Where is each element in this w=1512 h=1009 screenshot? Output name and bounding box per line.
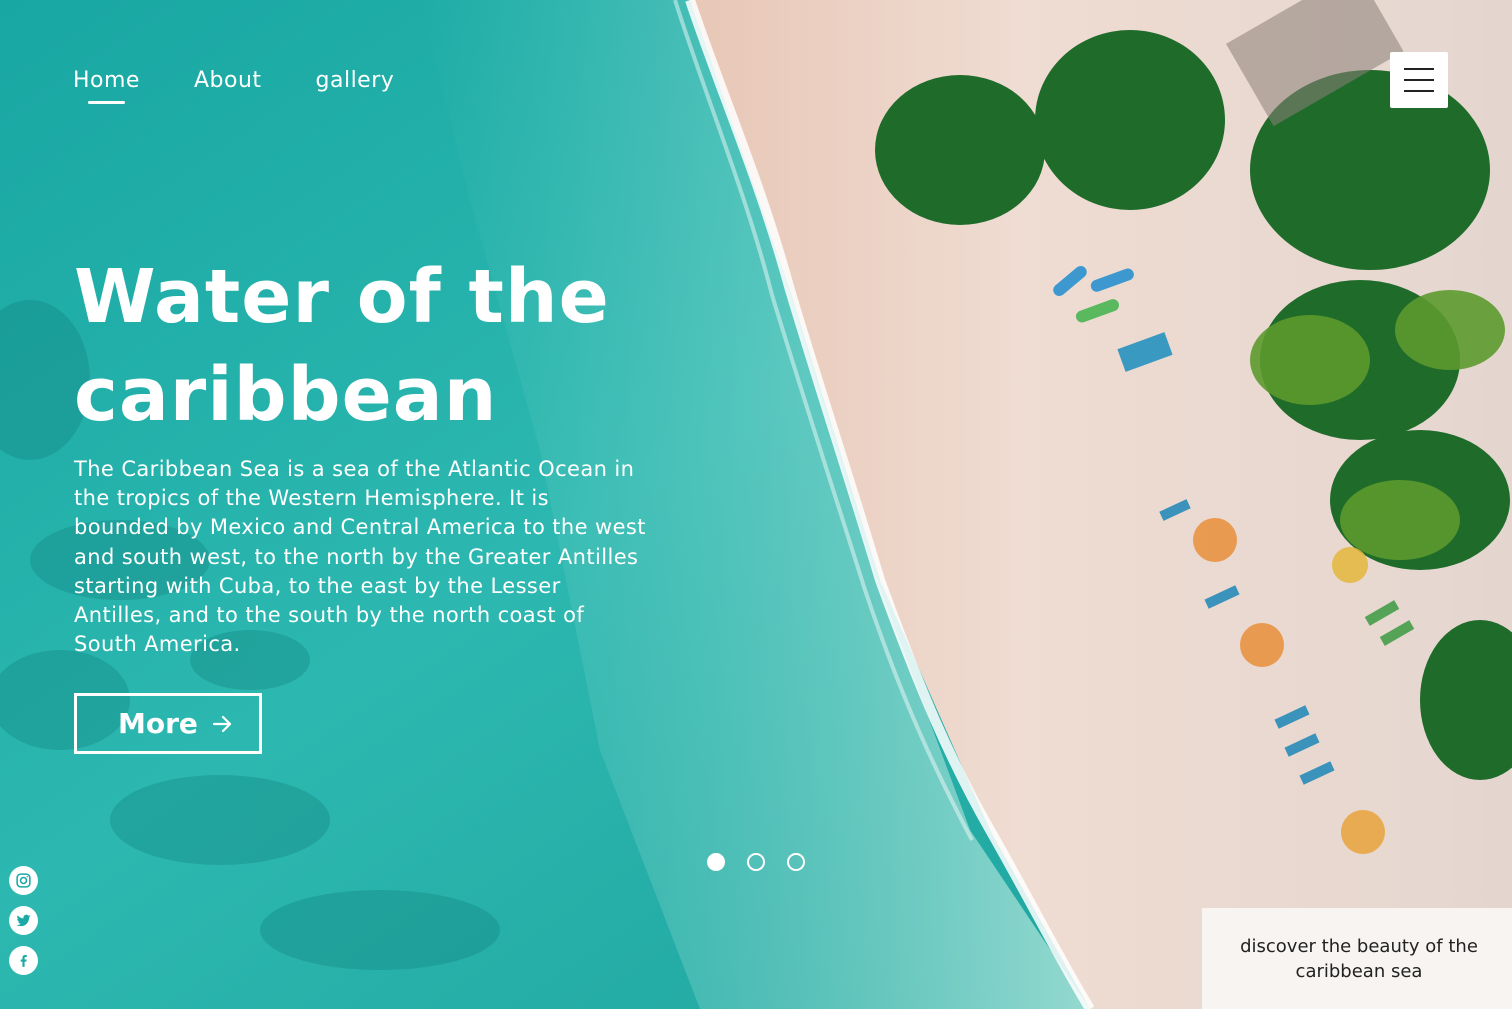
twitter-link[interactable] xyxy=(9,906,38,935)
hamburger-menu-button[interactable] xyxy=(1390,52,1448,108)
nav-item-home[interactable]: Home xyxy=(73,66,140,104)
nav-item-about[interactable]: About xyxy=(194,66,262,96)
nav-item-gallery[interactable]: gallery xyxy=(316,66,395,96)
facebook-link[interactable] xyxy=(9,946,38,975)
facebook-icon xyxy=(20,955,27,967)
twitter-icon xyxy=(16,914,31,927)
arrow-right-icon xyxy=(212,715,232,732)
instagram-link[interactable] xyxy=(9,866,38,895)
hero-description: The Caribbean Sea is a sea of the Atlant… xyxy=(74,457,646,657)
hero-title-line2: caribbean xyxy=(74,352,498,438)
carousel-dot-1[interactable] xyxy=(707,853,725,871)
carousel-indicators xyxy=(707,853,805,871)
caption-card: discover the beauty of the caribbean sea xyxy=(1202,908,1512,1009)
hero-title: Water of the caribbean xyxy=(74,248,694,444)
instagram-icon xyxy=(16,873,31,888)
more-button[interactable]: More xyxy=(74,693,262,754)
caption-text: discover the beauty of the caribbean sea xyxy=(1240,936,1478,982)
main-nav: Home About gallery xyxy=(73,66,448,104)
more-button-label: More xyxy=(118,707,198,740)
hero-title-line1: Water of the xyxy=(74,254,610,340)
carousel-dot-3[interactable] xyxy=(787,853,805,871)
social-links xyxy=(9,866,38,975)
hamburger-menu-icon xyxy=(1404,68,1434,70)
carousel-dot-2[interactable] xyxy=(747,853,765,871)
